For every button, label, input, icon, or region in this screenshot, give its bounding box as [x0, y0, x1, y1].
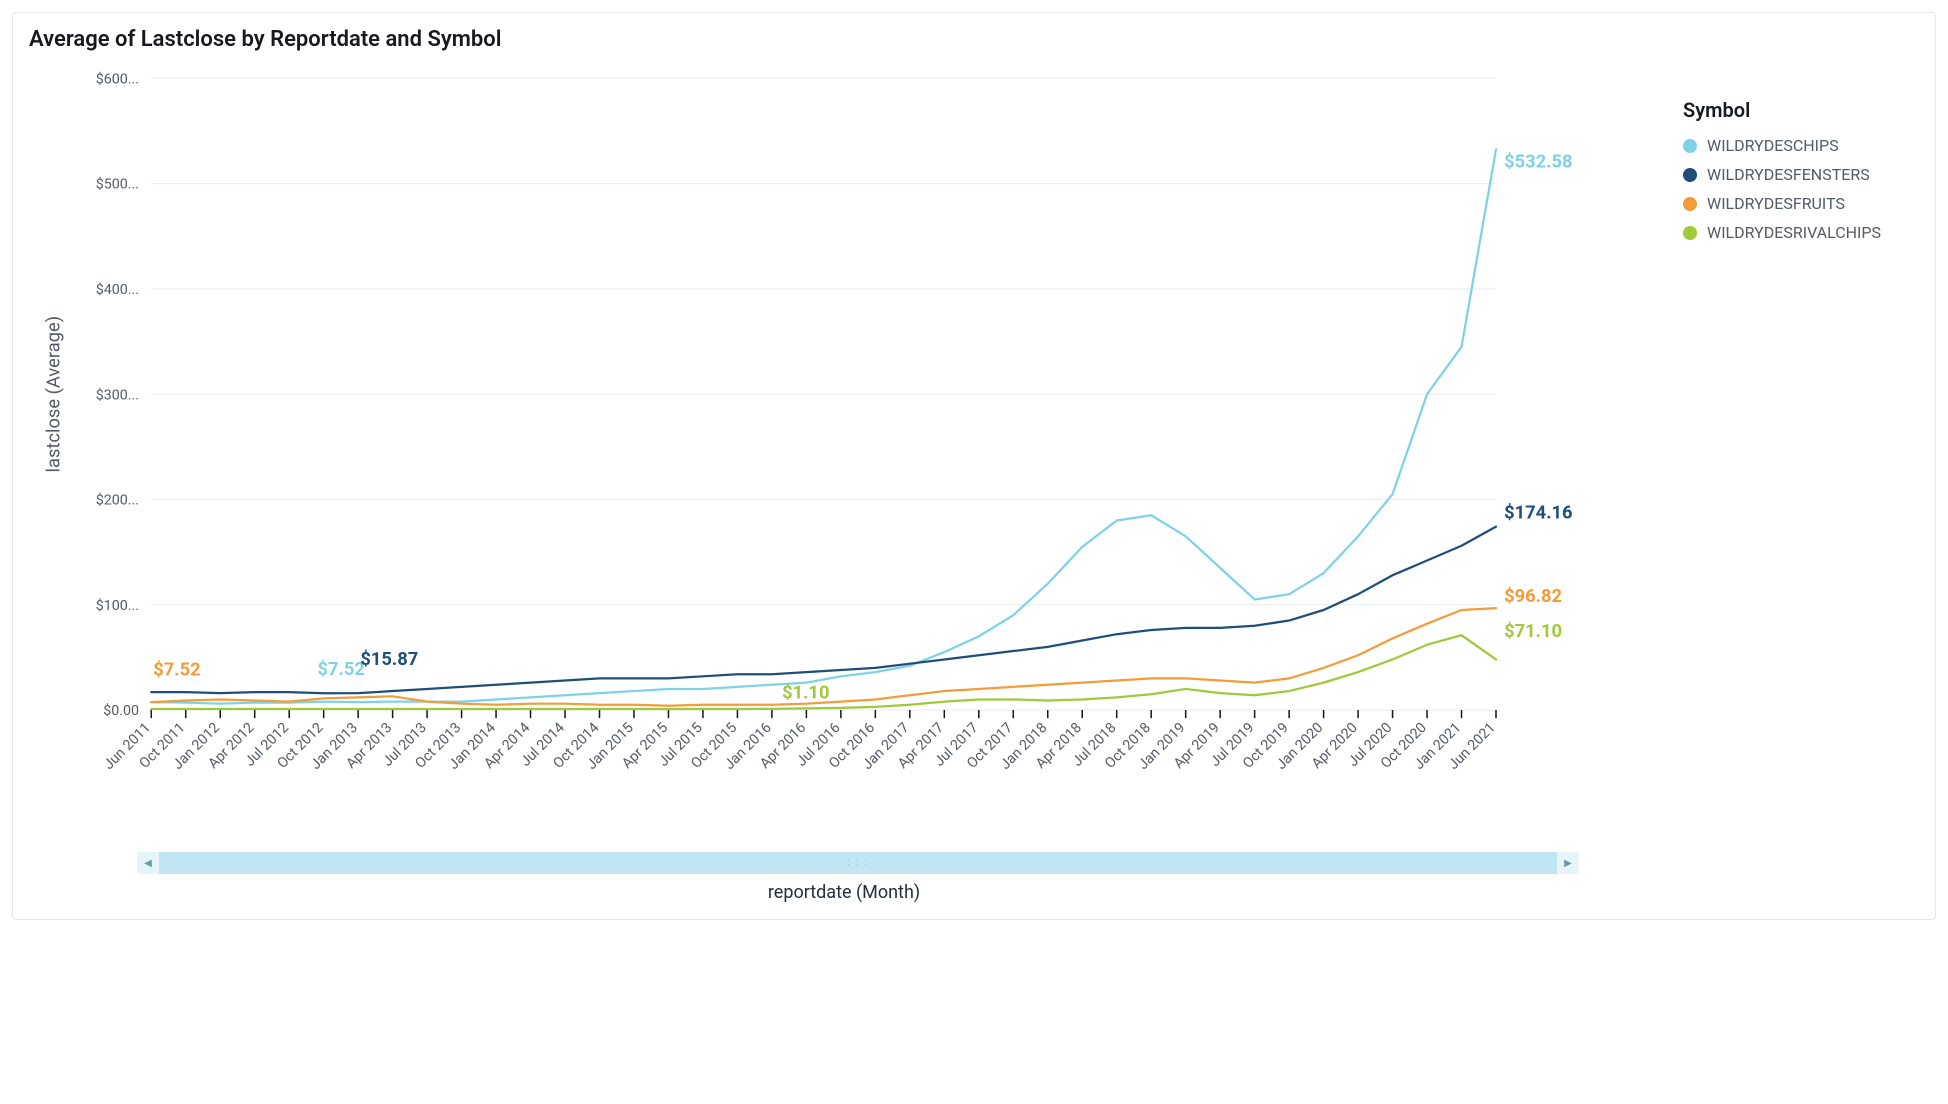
svg-text:lastclose (Average): lastclose (Average)	[44, 316, 65, 473]
legend-title: Symbol	[1683, 98, 1911, 122]
legend-item[interactable]: WILDRYDESCHIPS	[1683, 136, 1911, 155]
svg-text:$300...: $300...	[96, 386, 139, 403]
data-label: $15.87	[360, 649, 418, 670]
legend-swatch	[1683, 197, 1697, 211]
data-label: $7.52	[318, 659, 365, 680]
data-label: $7.52	[153, 660, 200, 681]
svg-text:$400...: $400...	[96, 281, 139, 298]
scroller-right-handle[interactable]: ▶	[1557, 852, 1579, 874]
legend-swatch	[1683, 168, 1697, 182]
line-chart-svg[interactable]: $0.00 $100... $200... $300... $400... $500...…	[29, 58, 1659, 832]
chart-row: $0.00 $100... $200... $300... $400... $500...…	[29, 58, 1919, 903]
series-WILDRYDESCHIPS[interactable]	[151, 149, 1496, 703]
data-label: $174.16	[1504, 503, 1572, 524]
scroller-left-handle[interactable]: ◀	[137, 852, 159, 874]
legend-label: WILDRYDESFENSTERS	[1707, 165, 1870, 184]
legend-swatch	[1683, 226, 1697, 240]
legend-label: WILDRYDESCHIPS	[1707, 136, 1839, 155]
data-label: $1.10	[782, 683, 829, 704]
data-label: $71.10	[1504, 621, 1562, 642]
svg-text:$500...: $500...	[96, 176, 139, 193]
legend-label: WILDRYDESRIVALCHIPS	[1707, 223, 1881, 242]
legend-item[interactable]: WILDRYDESFRUITS	[1683, 194, 1911, 213]
svg-text:$600...: $600...	[96, 70, 139, 87]
svg-text:$200...: $200...	[96, 492, 139, 509]
legend-item[interactable]: WILDRYDESRIVALCHIPS	[1683, 223, 1911, 242]
svg-text:$0.00: $0.00	[103, 702, 139, 719]
scroller-grip-icon[interactable]: : : :	[847, 859, 868, 868]
legend: Symbol WILDRYDESCHIPS WILDRYDESFENSTERS WI…	[1659, 58, 1919, 260]
svg-text:$100...: $100...	[96, 597, 139, 614]
chart-title: Average of Lastclose by Reportdate and S…	[29, 27, 1919, 52]
legend-swatch	[1683, 139, 1697, 153]
legend-item[interactable]: WILDRYDESFENSTERS	[1683, 165, 1911, 184]
data-label: $96.82	[1504, 586, 1562, 607]
chart-area[interactable]: $0.00 $100... $200... $300... $400... $500...…	[29, 58, 1659, 903]
data-label: $532.58	[1504, 152, 1572, 173]
chart-card: Average of Lastclose by Reportdate and S…	[12, 12, 1936, 920]
x-axis-title: reportdate (Month)	[29, 882, 1659, 903]
legend-label: WILDRYDESFRUITS	[1707, 194, 1845, 213]
time-range-scroller[interactable]: ◀ : : : ▶	[137, 852, 1579, 874]
